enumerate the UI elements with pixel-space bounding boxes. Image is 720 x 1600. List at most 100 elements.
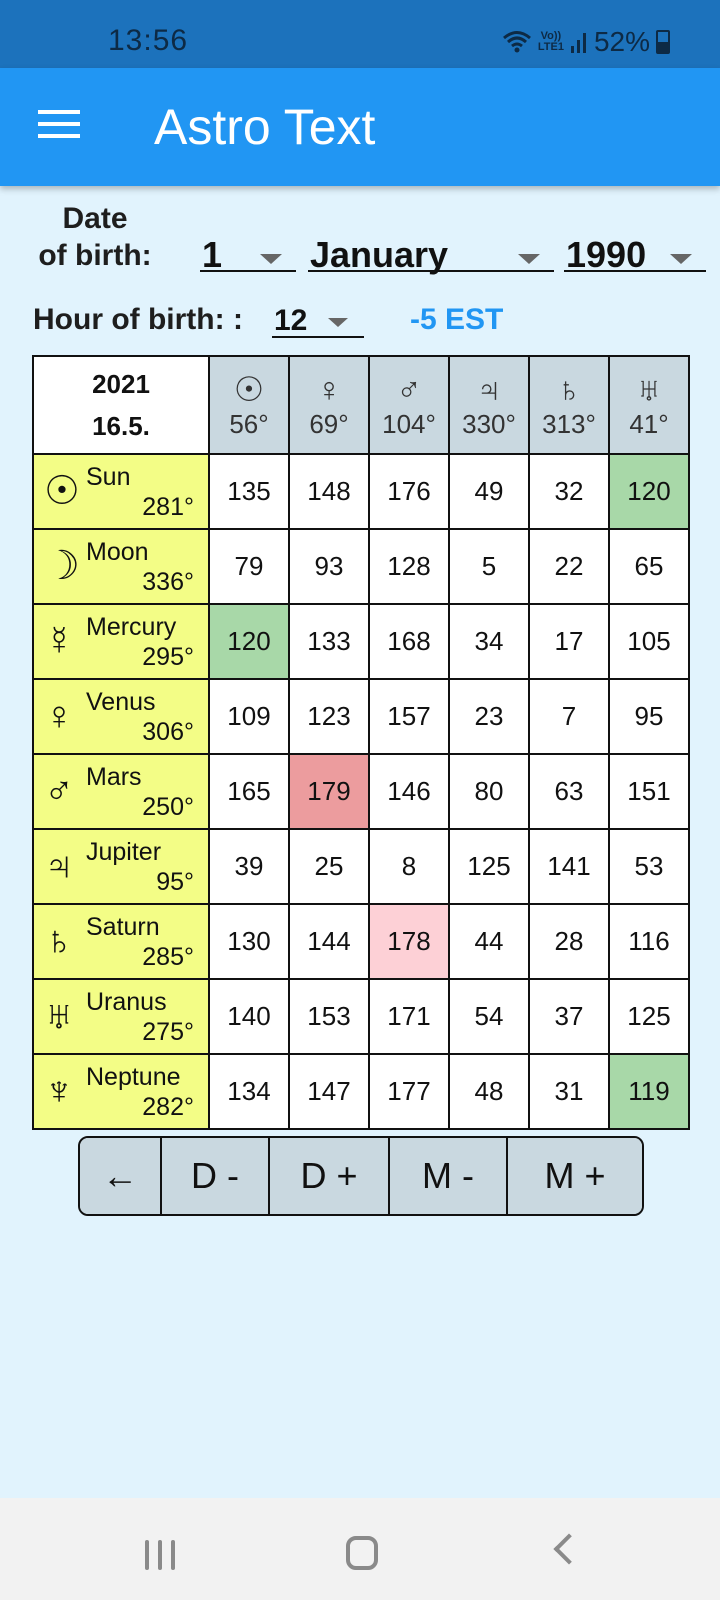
year-dropdown[interactable]: 1990: [564, 220, 706, 275]
wifi-icon: [502, 31, 531, 53]
planet-degree: 95°: [156, 868, 194, 896]
column-header-saturn: ♄ 313°: [528, 355, 610, 455]
aspect-cell: 25: [288, 828, 370, 905]
hour-value: 12: [274, 304, 308, 337]
aspect-cell: 5: [448, 528, 530, 605]
planet-name: Venus: [86, 688, 156, 716]
table-row: ♂ Mars 250° 165 179 146 80 63 151: [32, 753, 690, 830]
table-row: ♀ Venus 306° 109 123 157 23 7 95: [32, 678, 690, 755]
row-header-mars: ♂ Mars 250°: [32, 753, 210, 830]
aspect-table: 2021 16.5. ☉ 56° ♀ 69° ♂ 104° ♃ 330° ♄ 313° ♅ 41° ☉…: [32, 355, 690, 1130]
month-plus-button[interactable]: M +: [508, 1138, 642, 1214]
aspect-cell: 17: [528, 603, 610, 680]
transit-year: 2021: [92, 369, 150, 399]
aspect-cell: 168: [368, 603, 450, 680]
day-plus-button[interactable]: D +: [270, 1138, 390, 1214]
row-header-jupiter: ♃ Jupiter 95°: [32, 828, 210, 905]
chevron-down-icon: [260, 254, 282, 264]
sun-symbol-icon: ☉: [233, 371, 265, 409]
jupiter-symbol-icon: ♃: [44, 844, 74, 888]
planet-degree: 275°: [142, 1018, 194, 1046]
status-icons: Vo)) LTE1 52%: [502, 26, 670, 58]
recent-apps-icon[interactable]: [145, 1540, 175, 1570]
neptune-symbol-icon: ♆: [44, 1069, 74, 1113]
table-row: ♃ Jupiter 95° 39 25 8 125 141 53: [32, 828, 690, 905]
planet-degree: 285°: [142, 943, 194, 971]
navigation-button-group: ← D - D + M - M +: [78, 1136, 644, 1216]
hamburger-menu-icon[interactable]: [38, 110, 80, 142]
column-header-sun: ☉ 56°: [208, 355, 290, 455]
aspect-cell: 125: [608, 978, 690, 1055]
aspect-cell: 128: [368, 528, 450, 605]
table-row: ☿ Mercury 295° 120 133 168 34 17 105: [32, 603, 690, 680]
aspect-cell: 120: [208, 603, 290, 680]
aspect-cell: 48: [448, 1053, 530, 1130]
moon-symbol-icon: ☽: [44, 544, 80, 588]
planet-name: Moon: [86, 538, 149, 566]
aspect-cell: 7: [528, 678, 610, 755]
aspect-cell: 141: [528, 828, 610, 905]
battery-icon: [656, 30, 670, 54]
back-button[interactable]: ←: [80, 1138, 162, 1214]
planet-name: Uranus: [86, 988, 167, 1016]
aspect-cell: 179: [288, 753, 370, 830]
timezone-label: -5 EST: [410, 303, 504, 336]
aspect-cell: 105: [608, 603, 690, 680]
table-row: ☉ Sun 281° 135 148 176 49 32 120: [32, 453, 690, 530]
hour-dropdown[interactable]: 12: [272, 300, 364, 338]
aspect-cell: 95: [608, 678, 690, 755]
aspect-cell: 135: [208, 453, 290, 530]
aspect-cell: 8: [368, 828, 450, 905]
aspect-cell: 31: [528, 1053, 610, 1130]
row-header-neptune: ♆ Neptune 282°: [32, 1053, 210, 1130]
column-header-uranus: ♅ 41°: [608, 355, 690, 455]
column-degree: 41°: [629, 409, 669, 439]
saturn-symbol-icon: ♄: [556, 371, 582, 409]
aspect-cell: 44: [448, 903, 530, 980]
table-row: ☽ Moon 336° 79 93 128 5 22 65: [32, 528, 690, 605]
chevron-down-icon: [518, 254, 540, 264]
venus-symbol-icon: ♀: [44, 694, 74, 738]
column-header-jupiter: ♃ 330°: [448, 355, 530, 455]
aspect-cell: 153: [288, 978, 370, 1055]
mars-symbol-icon: ♂: [396, 371, 422, 409]
planet-name: Mars: [86, 763, 142, 791]
aspect-cell: 134: [208, 1053, 290, 1130]
transit-date-cell: 2021 16.5.: [32, 355, 210, 455]
uranus-symbol-icon: ♅: [636, 371, 662, 409]
chevron-down-icon: [328, 318, 348, 327]
uranus-symbol-icon: ♅: [44, 994, 74, 1038]
month-minus-button[interactable]: M -: [390, 1138, 508, 1214]
aspect-cell: 171: [368, 978, 450, 1055]
back-nav-icon[interactable]: [553, 1533, 585, 1565]
column-header-venus: ♀ 69°: [288, 355, 370, 455]
month-dropdown[interactable]: January: [308, 220, 554, 275]
app-title: Astro Text: [154, 99, 376, 155]
column-degree: 56°: [229, 409, 269, 439]
planet-degree: 250°: [142, 793, 194, 821]
day-value: 1: [202, 234, 223, 275]
mars-symbol-icon: ♂: [44, 769, 74, 813]
day-minus-button[interactable]: D -: [162, 1138, 270, 1214]
column-degree: 104°: [382, 409, 436, 439]
day-dropdown[interactable]: 1: [200, 220, 296, 275]
aspect-cell: 116: [608, 903, 690, 980]
aspect-cell: 65: [608, 528, 690, 605]
aspect-cell: 109: [208, 678, 290, 755]
table-row: ♄ Saturn 285° 130 144 178 44 28 116: [32, 903, 690, 980]
row-header-sun: ☉ Sun 281°: [32, 453, 210, 530]
column-header-mars: ♂ 104°: [368, 355, 450, 455]
planet-degree: 282°: [142, 1093, 194, 1121]
home-icon[interactable]: [346, 1536, 378, 1570]
row-header-mercury: ☿ Mercury 295°: [32, 603, 210, 680]
row-header-venus: ♀ Venus 306°: [32, 678, 210, 755]
aspect-cell: 119: [608, 1053, 690, 1130]
aspect-cell: 22: [528, 528, 610, 605]
signal-icon: [570, 33, 586, 53]
app-bar: Astro Text: [0, 68, 720, 186]
row-header-uranus: ♅ Uranus 275°: [32, 978, 210, 1055]
table-row: ♆ Neptune 282° 134 147 177 48 31 119: [32, 1053, 690, 1130]
aspect-cell: 39: [208, 828, 290, 905]
row-header-moon: ☽ Moon 336°: [32, 528, 210, 605]
chevron-down-icon: [670, 254, 692, 264]
